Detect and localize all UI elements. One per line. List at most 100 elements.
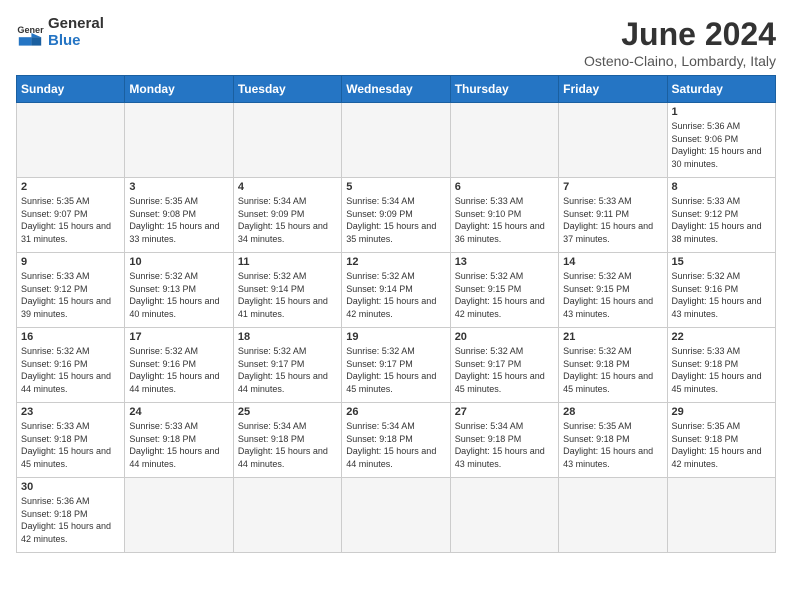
day-number: 9 — [21, 256, 120, 268]
logo-general: General — [48, 16, 104, 33]
day-number: 27 — [455, 406, 554, 418]
day-info: Sunrise: 5:33 AMSunset: 9:12 PMDaylight:… — [672, 195, 771, 245]
day-number: 2 — [21, 181, 120, 193]
calendar-cell — [450, 478, 558, 553]
calendar-cell: 6 Sunrise: 5:33 AMSunset: 9:10 PMDaylight… — [450, 178, 558, 253]
calendar-header-row: SundayMondayTuesdayWednesdayThursdayFrid… — [17, 76, 776, 103]
col-header-monday: Monday — [125, 76, 233, 103]
day-number: 29 — [672, 406, 771, 418]
calendar-cell: 30 Sunrise: 5:36 AMSunset: 9:18 PMDayligh… — [17, 478, 125, 553]
calendar-cell: 26 Sunrise: 5:34 AMSunset: 9:18 PMDayligh… — [342, 403, 450, 478]
day-number: 24 — [129, 406, 228, 418]
day-info: Sunrise: 5:34 AMSunset: 9:18 PMDaylight:… — [455, 420, 554, 470]
day-number: 14 — [563, 256, 662, 268]
day-info: Sunrise: 5:32 AMSunset: 9:14 PMDaylight:… — [346, 270, 445, 320]
calendar-cell: 4Sunrise: 5:34 AMSunset: 9:09 PMDaylight… — [233, 178, 341, 253]
day-info: Sunrise: 5:34 AMSunset: 9:09 PMDaylight:… — [346, 195, 445, 245]
day-info: Sunrise: 5:35 AMSunset: 9:07 PMDaylight:… — [21, 195, 120, 245]
day-number: 10 — [129, 256, 228, 268]
day-number: 7 — [563, 181, 662, 193]
day-info: Sunrise: 5:34 AMSunset: 9:09 PMDaylight:… — [238, 195, 337, 245]
day-info: Sunrise: 5:33 AMSunset: 9:18 PMDaylight:… — [129, 420, 228, 470]
calendar-cell: 22 Sunrise: 5:33 AMSunset: 9:18 PMDayligh… — [667, 328, 775, 403]
day-info: Sunrise: 5:35 AMSunset: 9:18 PMDaylight:… — [672, 420, 771, 470]
calendar-cell: 2 Sunrise: 5:35 AMSunset: 9:07 PMDaylight… — [17, 178, 125, 253]
svg-text:General: General — [17, 25, 44, 35]
day-info: Sunrise: 5:32 AMSunset: 9:15 PMDaylight:… — [563, 270, 662, 320]
calendar-cell: 14 Sunrise: 5:32 AMSunset: 9:15 PMDayligh… — [559, 253, 667, 328]
day-info: Sunrise: 5:32 AMSunset: 9:16 PMDaylight:… — [672, 270, 771, 320]
day-number: 20 — [455, 331, 554, 343]
col-header-thursday: Thursday — [450, 76, 558, 103]
calendar-cell: 25 Sunrise: 5:34 AMSunset: 9:18 PMDayligh… — [233, 403, 341, 478]
day-info: Sunrise: 5:34 AMSunset: 9:18 PMDaylight:… — [346, 420, 445, 470]
day-number: 18 — [238, 331, 337, 343]
day-number: 16 — [21, 331, 120, 343]
calendar-cell: 27 Sunrise: 5:34 AMSunset: 9:18 PMDayligh… — [450, 403, 558, 478]
calendar-cell — [450, 103, 558, 178]
day-number: 1 — [672, 106, 771, 118]
calendar-cell — [667, 478, 775, 553]
week-row-3: 9 Sunrise: 5:33 AMSunset: 9:12 PMDaylight… — [17, 253, 776, 328]
calendar-cell: 12 Sunrise: 5:32 AMSunset: 9:14 PMDayligh… — [342, 253, 450, 328]
day-number: 5 — [346, 181, 445, 193]
calendar-cell — [17, 103, 125, 178]
day-info: Sunrise: 5:33 AMSunset: 9:18 PMDaylight:… — [21, 420, 120, 470]
calendar-cell: 1 Sunrise: 5:36 AMSunset: 9:06 PMDaylight… — [667, 103, 775, 178]
day-info: Sunrise: 5:32 AMSunset: 9:14 PMDaylight:… — [238, 270, 337, 320]
col-header-wednesday: Wednesday — [342, 76, 450, 103]
calendar-cell: 11 Sunrise: 5:32 AMSunset: 9:14 PMDayligh… — [233, 253, 341, 328]
day-number: 30 — [21, 481, 120, 493]
day-number: 13 — [455, 256, 554, 268]
calendar-cell: 5 Sunrise: 5:34 AMSunset: 9:09 PMDaylight… — [342, 178, 450, 253]
day-info: Sunrise: 5:33 AMSunset: 9:12 PMDaylight:… — [21, 270, 120, 320]
week-row-4: 16Sunrise: 5:32 AMSunset: 9:16 PMDayligh… — [17, 328, 776, 403]
day-info: Sunrise: 5:32 AMSunset: 9:17 PMDaylight:… — [455, 345, 554, 395]
day-info: Sunrise: 5:33 AMSunset: 9:11 PMDaylight:… — [563, 195, 662, 245]
day-number: 15 — [672, 256, 771, 268]
day-number: 3 — [129, 181, 228, 193]
calendar-cell: 15 Sunrise: 5:32 AMSunset: 9:16 PMDayligh… — [667, 253, 775, 328]
calendar-cell: 23Sunrise: 5:33 AMSunset: 9:18 PMDayligh… — [17, 403, 125, 478]
calendar-cell: 29 Sunrise: 5:35 AMSunset: 9:18 PMDayligh… — [667, 403, 775, 478]
calendar-cell: 28Sunrise: 5:35 AMSunset: 9:18 PMDayligh… — [559, 403, 667, 478]
col-header-sunday: Sunday — [17, 76, 125, 103]
week-row-1: 1 Sunrise: 5:36 AMSunset: 9:06 PMDaylight… — [17, 103, 776, 178]
col-header-friday: Friday — [559, 76, 667, 103]
title-block: June 2024 Osteno-Claino, Lombardy, Italy — [584, 16, 776, 69]
calendar-cell — [342, 103, 450, 178]
day-number: 17 — [129, 331, 228, 343]
day-info: Sunrise: 5:35 AMSunset: 9:08 PMDaylight:… — [129, 195, 228, 245]
day-number: 12 — [346, 256, 445, 268]
day-number: 11 — [238, 256, 337, 268]
day-info: Sunrise: 5:36 AMSunset: 9:18 PMDaylight:… — [21, 495, 120, 545]
day-number: 21 — [563, 331, 662, 343]
day-number: 22 — [672, 331, 771, 343]
day-info: Sunrise: 5:33 AMSunset: 9:10 PMDaylight:… — [455, 195, 554, 245]
calendar-table: SundayMondayTuesdayWednesdayThursdayFrid… — [16, 75, 776, 553]
col-header-saturday: Saturday — [667, 76, 775, 103]
calendar-cell — [342, 478, 450, 553]
calendar-cell — [233, 103, 341, 178]
day-info: Sunrise: 5:36 AMSunset: 9:06 PMDaylight:… — [672, 120, 771, 170]
day-number: 6 — [455, 181, 554, 193]
calendar-cell: 21Sunrise: 5:32 AMSunset: 9:18 PMDayligh… — [559, 328, 667, 403]
calendar-cell — [559, 103, 667, 178]
calendar-cell: 24 Sunrise: 5:33 AMSunset: 9:18 PMDayligh… — [125, 403, 233, 478]
day-info: Sunrise: 5:33 AMSunset: 9:18 PMDaylight:… — [672, 345, 771, 395]
calendar-cell — [125, 478, 233, 553]
calendar-cell: 8Sunrise: 5:33 AMSunset: 9:12 PMDaylight… — [667, 178, 775, 253]
col-header-tuesday: Tuesday — [233, 76, 341, 103]
calendar-cell: 10Sunrise: 5:32 AMSunset: 9:13 PMDayligh… — [125, 253, 233, 328]
day-info: Sunrise: 5:34 AMSunset: 9:18 PMDaylight:… — [238, 420, 337, 470]
calendar-cell — [125, 103, 233, 178]
logo-blue: Blue — [48, 33, 104, 50]
week-row-5: 23Sunrise: 5:33 AMSunset: 9:18 PMDayligh… — [17, 403, 776, 478]
day-info: Sunrise: 5:35 AMSunset: 9:18 PMDaylight:… — [563, 420, 662, 470]
calendar-cell — [559, 478, 667, 553]
calendar-cell — [233, 478, 341, 553]
day-number: 25 — [238, 406, 337, 418]
calendar-cell: 13Sunrise: 5:32 AMSunset: 9:15 PMDayligh… — [450, 253, 558, 328]
day-number: 26 — [346, 406, 445, 418]
calendar-cell: 16Sunrise: 5:32 AMSunset: 9:16 PMDayligh… — [17, 328, 125, 403]
